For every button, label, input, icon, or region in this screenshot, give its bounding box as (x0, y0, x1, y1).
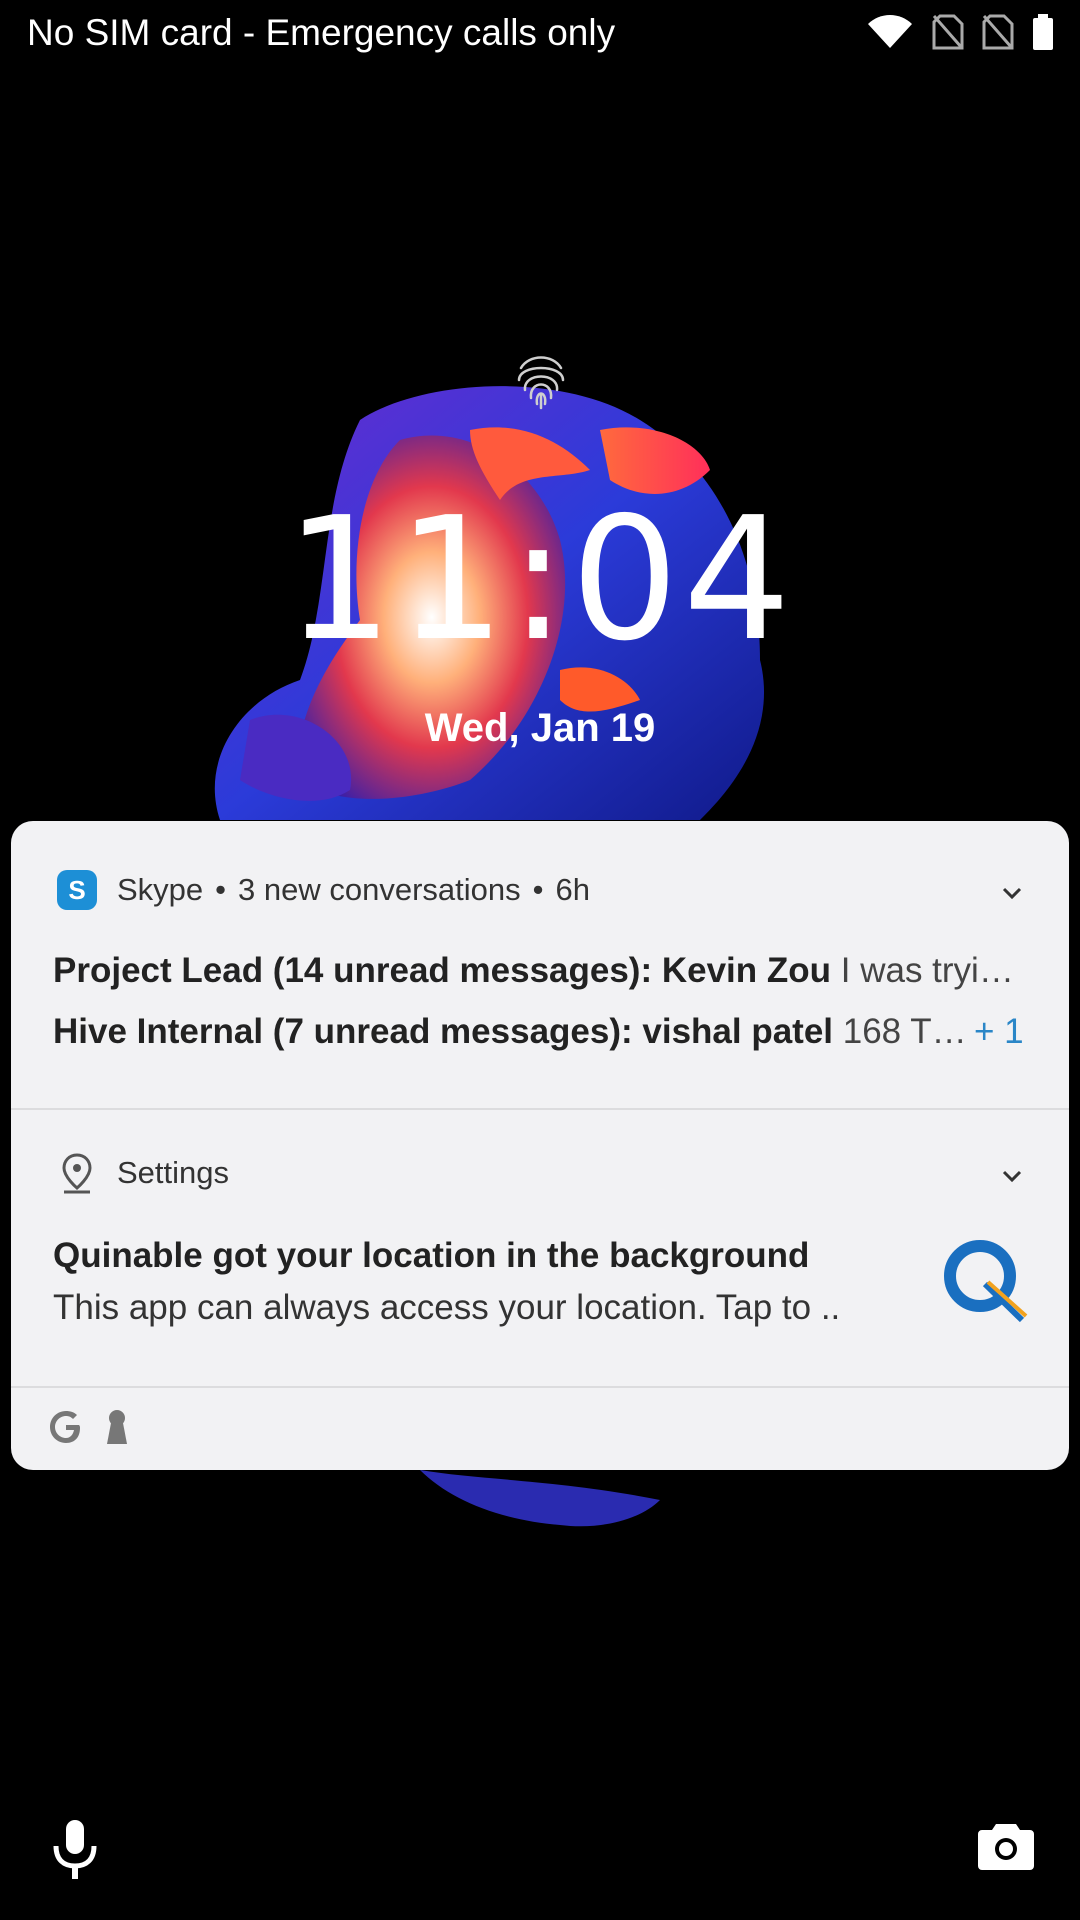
camera-icon[interactable] (978, 1820, 1034, 1870)
keyhole-icon (107, 1410, 127, 1444)
wifi-icon (868, 15, 912, 48)
chevron-down-icon[interactable] (997, 1161, 1027, 1191)
notification-panel: S Skype • 3 new conversations • 6h Proje… (11, 821, 1069, 1470)
location-pin-icon (55, 1151, 99, 1195)
location-notification-title: Quinable got your location in the backgr… (53, 1236, 810, 1275)
no-sim-icon (982, 14, 1014, 50)
google-icon (50, 1411, 80, 1443)
lock-screen: No SIM card - Emergency calls only 11:04… (0, 0, 1080, 1920)
carrier-status-text: No SIM card - Emergency calls only (27, 12, 616, 53)
separator-dot: • (215, 872, 227, 907)
fingerprint-icon[interactable] (513, 350, 569, 410)
hidden-notification-icons[interactable] (49, 1409, 129, 1445)
conversation-line: Hive Internal (7 unread messages): visha… (53, 1012, 967, 1052)
skype-summary: 3 new conversations (238, 872, 521, 907)
skype-notification-header: S Skype • 3 new conversations • 6h (55, 868, 590, 912)
lock-clock: 11:04 (285, 481, 795, 679)
status-bar: No SIM card - Emergency calls only (0, 0, 1080, 66)
lock-date: Wed, Jan 19 (424, 706, 656, 750)
conversation-line: Project Lead (14 unread messages): Kevin… (53, 951, 1014, 991)
chevron-down-icon[interactable] (997, 878, 1027, 908)
battery-icon (1033, 14, 1053, 50)
skype-app-name: Skype (117, 872, 204, 907)
location-notification-body: This app can always access your location… (53, 1288, 841, 1327)
skype-notification[interactable]: S Skype • 3 new conversations • 6h Proje… (11, 821, 1069, 1110)
more-conversations-count: + 1 (974, 1012, 1024, 1051)
separator-dot: • (532, 872, 544, 907)
status-icons (866, 14, 1054, 50)
quinable-logo-icon (944, 1240, 1028, 1323)
settings-app-name: Settings (117, 1155, 230, 1190)
conversation-sender: Hive Internal (7 unread messages): visha… (53, 1012, 834, 1051)
mic-icon[interactable] (50, 1818, 100, 1880)
svg-text:S: S (68, 875, 85, 905)
conversation-sender: Project Lead (14 unread messages): Kevin… (53, 951, 832, 990)
conversation-preview: I was tryi… (840, 951, 1014, 990)
settings-notification-header: Settings (55, 1151, 229, 1195)
conversation-preview: 168 T… (842, 1012, 967, 1051)
no-sim-icon (932, 14, 964, 50)
skype-icon: S (55, 868, 99, 912)
skype-age: 6h (555, 872, 590, 907)
